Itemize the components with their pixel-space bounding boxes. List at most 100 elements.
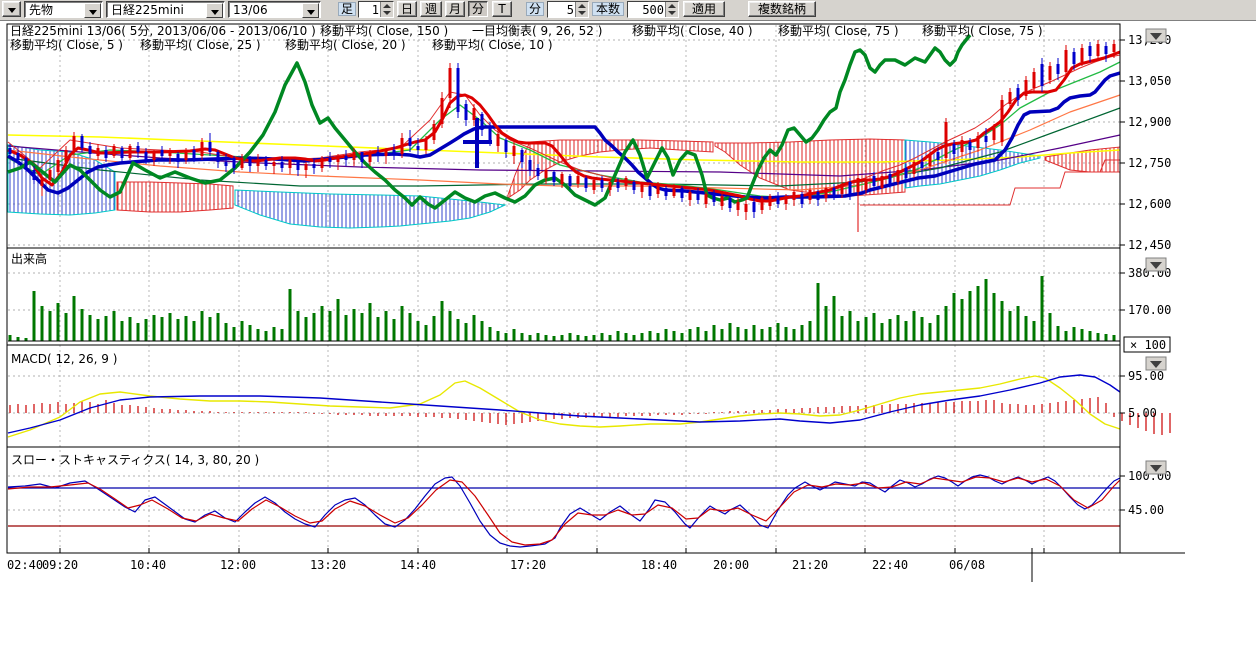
candle-body	[49, 170, 52, 180]
volume-bar	[881, 323, 884, 341]
candle-body	[537, 168, 540, 176]
toolbar: 先物 日経225mini 13/06 足 1 日 週 月 分 T 分 5 本数 …	[0, 0, 1256, 21]
volume-bar	[817, 283, 820, 341]
timeframe-tick-button[interactable]: T	[492, 1, 512, 17]
volume-bar	[377, 317, 380, 341]
candle-body	[513, 146, 516, 156]
volume-bar	[609, 335, 612, 341]
apply-button[interactable]: 適用	[683, 1, 725, 17]
candle-body	[689, 192, 692, 200]
timeframe-day-button[interactable]: 日	[397, 1, 417, 17]
bar-count-label: 本数	[592, 2, 624, 16]
symbol-value: 日経225mini	[111, 3, 184, 17]
volume-bar	[481, 321, 484, 341]
volume-bar	[521, 333, 524, 341]
volume-bar	[105, 316, 108, 341]
volume-bar	[593, 335, 596, 341]
volume-bar	[673, 331, 676, 341]
chart-series	[8, 35, 1170, 547]
chart-list-dropdown-button[interactable]	[2, 1, 21, 17]
timeframe-month-button[interactable]: 月	[445, 1, 465, 17]
volume-bar	[769, 327, 772, 341]
panel-dropdown-button[interactable]	[1146, 258, 1166, 271]
axis-tick-label: 12,750	[1128, 156, 1171, 170]
bar-count-spinner[interactable]: 500	[627, 1, 679, 18]
candle-body	[201, 142, 204, 156]
volume-bar	[241, 321, 244, 341]
chart-area[interactable]: 13,20013,05012,90012,75012,60012,450380.…	[0, 20, 1256, 652]
plot-border	[7, 24, 1120, 553]
chevron-down-icon[interactable]	[84, 3, 101, 18]
candle-body	[153, 152, 156, 160]
volume-bar	[585, 336, 588, 341]
candle-body	[889, 174, 892, 184]
volume-bar	[577, 335, 580, 341]
volume-bar	[337, 299, 340, 341]
candle-body	[209, 142, 212, 152]
timeframe-minute-button[interactable]: 分	[468, 1, 488, 17]
panel-dropdown-button[interactable]	[1146, 29, 1166, 42]
contract-month-combobox[interactable]: 13/06	[228, 1, 321, 18]
chevron-down-icon[interactable]	[206, 3, 223, 18]
volume-bar	[433, 316, 436, 341]
candle-body	[937, 152, 940, 160]
volume-bar	[1009, 311, 1012, 341]
volume-bar	[977, 286, 980, 341]
candle-body	[17, 153, 20, 160]
panel-dropdown-button[interactable]	[1146, 357, 1166, 370]
volume-bar	[737, 327, 740, 341]
volume-bar	[1049, 313, 1052, 341]
legend-item: 日経225mini 13/06( 5分, 2013/06/06 - 2013/0…	[10, 24, 316, 38]
candle-body	[457, 68, 460, 112]
candle-body	[697, 192, 700, 200]
instrument-type-combobox[interactable]: 先物	[24, 1, 103, 18]
panel-dropdown-button[interactable]	[1146, 461, 1166, 474]
axis-tick-label: 12,600	[1128, 197, 1171, 211]
bar-interval-spinner[interactable]: 1	[358, 1, 394, 18]
candle-body	[585, 178, 588, 188]
timeframe-week-button[interactable]: 週	[420, 1, 442, 17]
candle-body	[177, 154, 180, 162]
volume-bar	[793, 329, 796, 341]
candle-body	[297, 162, 300, 170]
volume-bar	[265, 331, 268, 341]
volume-bar	[345, 315, 348, 341]
candle-body	[953, 144, 956, 154]
volume-bar	[969, 291, 972, 341]
volume-bar	[897, 315, 900, 341]
volume-bar	[753, 325, 756, 341]
candle-body	[289, 160, 292, 168]
candle-body	[617, 182, 620, 188]
volume-bar	[505, 333, 508, 341]
candle-body	[377, 152, 380, 156]
volume-bar	[1057, 326, 1060, 341]
volume-bar	[1041, 276, 1044, 341]
candle-body	[353, 152, 356, 160]
spinner-updown-icon[interactable]	[380, 2, 393, 17]
minute-value-spinner[interactable]: 5	[547, 1, 589, 18]
candle-body	[833, 188, 836, 196]
stoch-k-line	[8, 475, 1120, 547]
volume-bar	[913, 311, 916, 341]
time-axis-label: 06/08	[949, 558, 985, 572]
axis-tick-label: 12,900	[1128, 115, 1171, 129]
volume-bar	[305, 317, 308, 341]
candle-body	[185, 150, 188, 160]
volume-bar	[129, 317, 132, 341]
volume-bar	[49, 311, 52, 341]
panel-label-macd: MACD( 12, 26, 9 )	[11, 352, 117, 366]
chevron-down-icon[interactable]	[302, 3, 319, 18]
candle-body	[1113, 44, 1116, 52]
volume-bar	[1065, 331, 1068, 341]
candle-body	[673, 188, 676, 196]
candle-body	[897, 170, 900, 182]
candle-body	[681, 188, 684, 198]
candle-body	[145, 152, 148, 160]
multi-symbol-button[interactable]: 複数銘柄	[748, 1, 816, 17]
spinner-updown-icon[interactable]	[665, 2, 678, 17]
volume-bar	[777, 323, 780, 341]
cloud-red	[117, 182, 233, 212]
volume-bar	[601, 333, 604, 341]
symbol-combobox[interactable]: 日経225mini	[106, 1, 225, 18]
spinner-updown-icon[interactable]	[575, 2, 588, 17]
